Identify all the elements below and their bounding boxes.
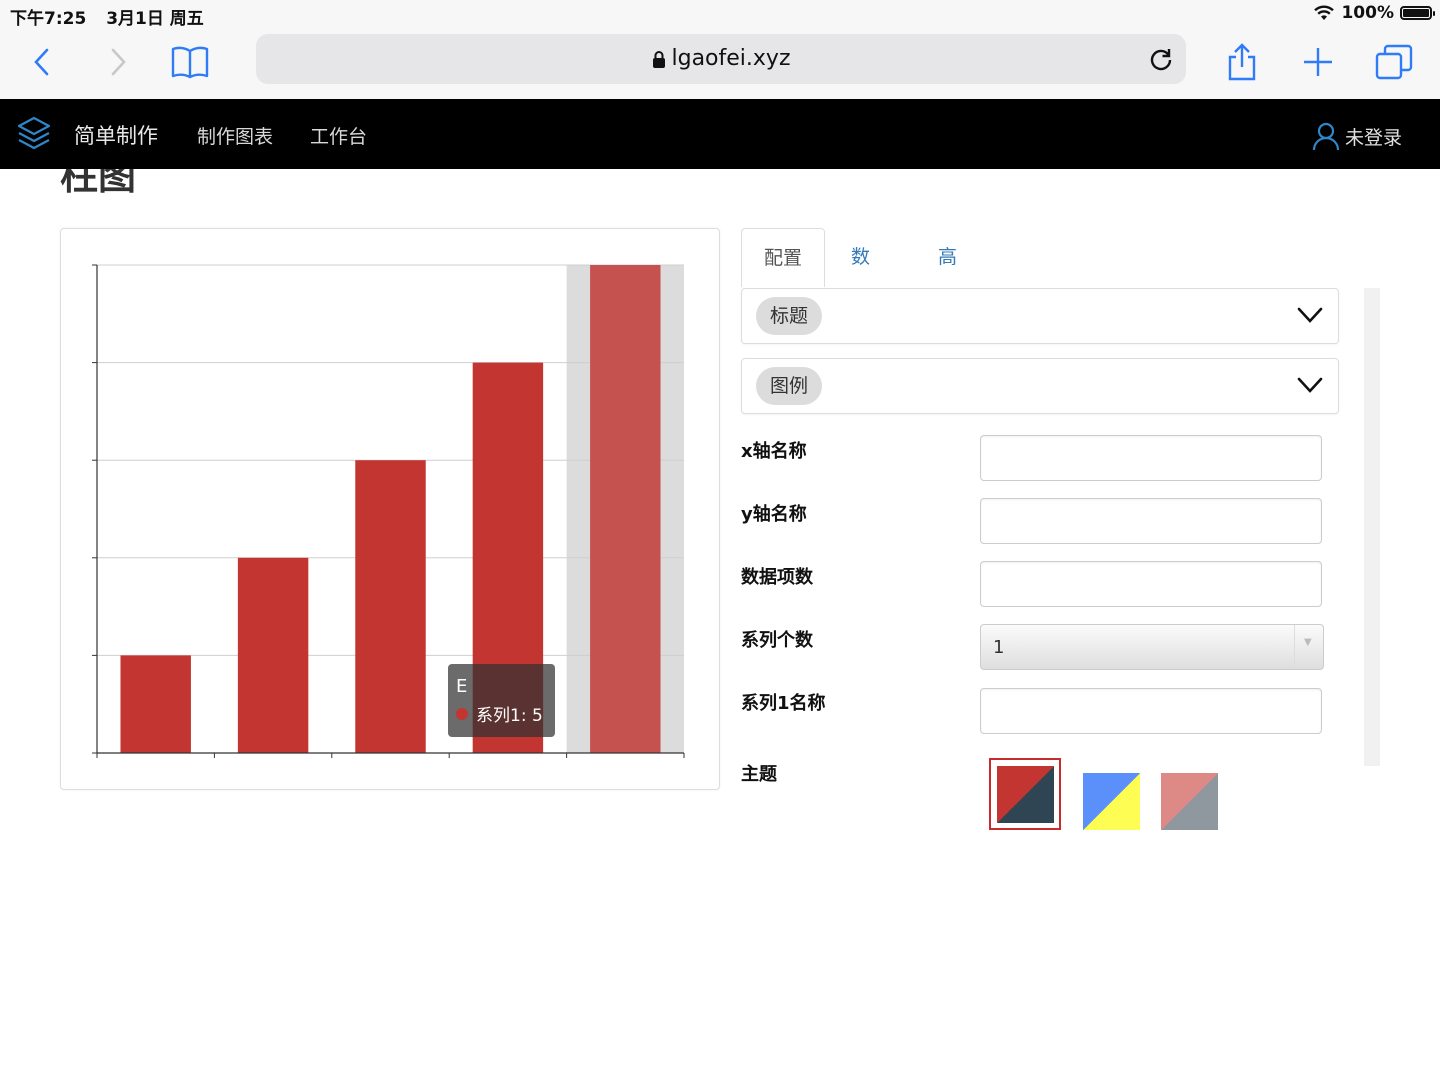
user-icon	[1312, 122, 1340, 151]
bar-chart[interactable]: E 系列1: 5	[61, 229, 719, 789]
bar[interactable]	[590, 265, 661, 753]
tabs-icon[interactable]	[1372, 40, 1416, 84]
select-arrow-icon: ▼	[1304, 637, 1312, 648]
accordion-title-label: 标题	[756, 297, 823, 335]
login-label: 未登录	[1344, 126, 1402, 149]
status-date: 3月1日 周五	[106, 9, 204, 29]
tooltip-marker	[456, 708, 468, 720]
battery-percent: 100%	[1341, 3, 1394, 23]
series-count-select[interactable]: 1 ▼	[980, 624, 1324, 670]
chevron-down-icon	[1297, 307, 1323, 323]
tab-config[interactable]: 配置	[741, 228, 825, 287]
chart-panel: E 系列1: 5	[60, 228, 720, 790]
x-axis-name-input[interactable]	[980, 435, 1322, 481]
bar[interactable]	[237, 557, 309, 753]
bookmarks-icon[interactable]	[168, 40, 212, 84]
chevron-down-icon	[1297, 377, 1323, 393]
x-axis-name-label: x轴名称	[741, 441, 807, 462]
tab-data[interactable]: 数据	[851, 228, 870, 326]
theme-swatch-pink-gray[interactable]	[1161, 773, 1218, 830]
bar[interactable]	[355, 460, 426, 753]
new-tab-icon[interactable]	[1296, 40, 1340, 84]
status-time: 下午7:25	[10, 9, 87, 29]
tooltip-text: 系列1: 5	[476, 706, 543, 726]
y-axis-name-input[interactable]	[980, 498, 1322, 544]
app-navbar: 简单制作 制作图表 工作台 未登录	[0, 99, 1440, 169]
item-count-input[interactable]	[980, 561, 1322, 607]
tooltip-category: E	[456, 676, 467, 697]
nav-link-make-chart[interactable]: 制作图表	[197, 122, 273, 149]
nav-link-workbench[interactable]: 工作台	[310, 122, 367, 149]
y-axis-name-label: y轴名称	[741, 504, 807, 525]
share-icon[interactable]	[1220, 40, 1264, 84]
url-text: lgaofei.xyz	[671, 46, 791, 71]
theme-swatch-red-navy[interactable]	[997, 766, 1054, 823]
bar[interactable]	[120, 655, 191, 753]
lock-icon	[652, 51, 665, 68]
accordion-title[interactable]: 标题	[741, 288, 1339, 344]
battery-icon	[1400, 6, 1435, 20]
status-bar: 下午7:25 3月1日 周五 100%	[0, 0, 1440, 29]
series-count-label: 系列个数	[741, 630, 813, 651]
accordion-legend[interactable]: 图例	[741, 358, 1339, 414]
forward-icon[interactable]	[96, 40, 140, 84]
reload-icon[interactable]	[1148, 46, 1174, 72]
back-icon[interactable]	[20, 40, 64, 84]
layers-logo-icon[interactable]	[16, 115, 52, 151]
login-link[interactable]: 未登录	[1311, 121, 1402, 151]
theme-label: 主题	[741, 764, 777, 785]
nav-brand[interactable]: 简单制作	[74, 120, 158, 150]
series-count-value: 1	[993, 637, 1005, 658]
address-bar[interactable]: lgaofei.xyz	[256, 34, 1186, 84]
accordion-legend-label: 图例	[756, 367, 823, 405]
wifi-icon	[1314, 5, 1335, 20]
tooltip-box	[448, 664, 555, 737]
series1-name-input[interactable]	[980, 688, 1322, 734]
series1-name-label: 系列1名称	[741, 693, 826, 714]
item-count-label: 数据项数	[741, 567, 813, 588]
tab-advanced[interactable]: 高级	[938, 228, 957, 326]
browser-toolbar: lgaofei.xyz	[0, 28, 1440, 99]
theme-swatch-blue-yellow[interactable]	[1083, 773, 1140, 830]
settings-scrollbar[interactable]	[1364, 288, 1380, 766]
